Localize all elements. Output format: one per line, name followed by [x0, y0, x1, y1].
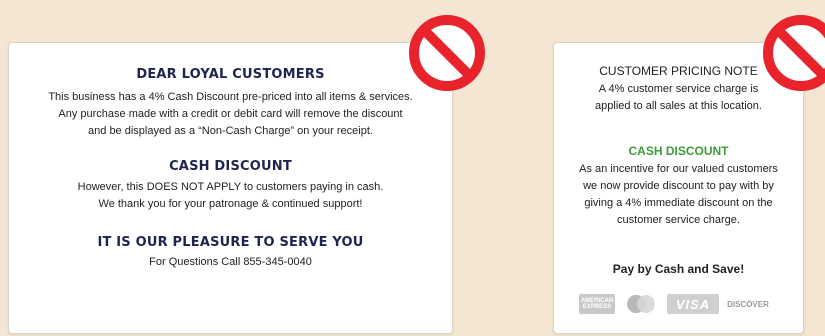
cash-discount-heading: CASH DISCOUNT: [169, 159, 292, 174]
notice-paragraph: This business has a 4% Cash Discount pre…: [9, 89, 452, 140]
notice-heading: DEAR LOYAL CUSTOMERS: [136, 67, 325, 82]
notice-line: Any purchase made with a credit or debit…: [58, 108, 403, 120]
cash-discount-heading: CASH DISCOUNT: [628, 144, 729, 158]
cash-discount-paragraph: As an incentive for our valued customers…: [564, 161, 793, 229]
notice-line: applied to all sales at this location.: [595, 100, 762, 112]
right-notice-card: CUSTOMER PRICING NOTE A 4% customer serv…: [553, 15, 825, 334]
notice-line: we now provide discount to pay with by: [583, 180, 774, 192]
notice-line: As an incentive for our valued customers: [579, 163, 778, 175]
pricing-note-paragraph: A 4% customer service charge is applied …: [572, 81, 785, 115]
left-notice-card: DEAR LOYAL CUSTOMERS This business has a…: [8, 15, 485, 334]
notice-line: A 4% customer service charge is: [598, 83, 759, 95]
contact-line: For Questions Call 855-345-0040: [149, 256, 312, 268]
notice-line: giving a 4% immediate discount on the: [584, 197, 773, 209]
discover-logo-icon: DISCÖVER: [727, 299, 769, 309]
payment-logos: AMERICAN EXPRESS VISA DISCÖVER: [579, 293, 779, 315]
notice-line: customer service charge.: [617, 214, 740, 226]
pricing-note-heading: CUSTOMER PRICING NOTE: [599, 64, 758, 78]
notice-line: and be displayed as a “Non-Cash Charge” …: [88, 125, 373, 137]
notice-line: However, this DOES NOT APPLY to customer…: [77, 181, 384, 193]
serve-heading: IT IS OUR PLEASURE TO SERVE YOU: [97, 235, 364, 250]
visa-logo-icon: VISA: [667, 294, 719, 314]
pay-cash-heading: Pay by Cash and Save!: [612, 262, 745, 276]
notice-line: This business has a 4% Cash Discount pre…: [48, 91, 413, 103]
cash-discount-paragraph: However, this DOES NOT APPLY to customer…: [9, 179, 452, 213]
amex-logo-icon: AMERICAN EXPRESS: [579, 294, 615, 314]
notice-line: We thank you for your patronage & contin…: [98, 198, 363, 210]
mastercard-logo-icon: [623, 294, 659, 314]
